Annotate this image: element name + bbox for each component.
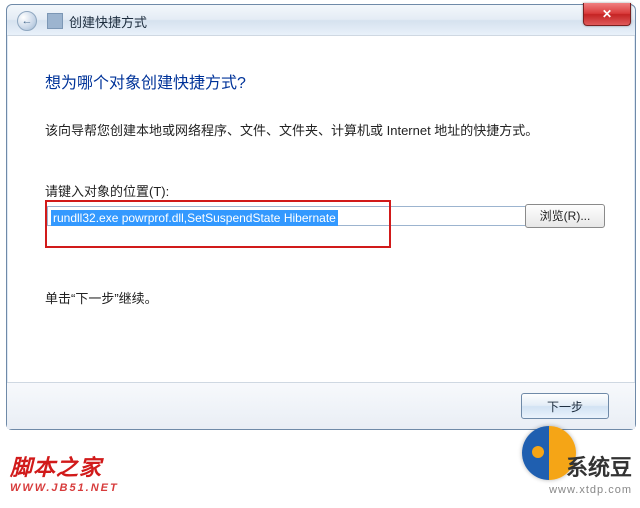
continue-text: 单击“下一步”继续。 [45,288,625,307]
location-input-value: rundll32.exe powrprof.dll,SetSuspendStat… [51,210,338,226]
location-label: 请键入对象的位置(T): [45,181,625,200]
wizard-heading: 想为哪个对象创建快捷方式? [45,69,625,93]
wizard-window: ← 创建快捷方式 ✕ 想为哪个对象创建快捷方式? 该向导帮您创建本地或网络程序、… [6,4,636,430]
watermark-left-main: 脚本之家 [10,450,119,482]
wizard-description: 该向导帮您创建本地或网络程序、文件、文件夹、计算机或 Internet 地址的快… [45,121,597,141]
close-button[interactable]: ✕ [583,3,631,26]
watermark-left-sub: WWW.JB51.NET [10,482,119,494]
location-input[interactable]: rundll32.exe powrprof.dll,SetSuspendStat… [47,206,533,226]
watermark-left: 脚本之家 WWW.JB51.NET [10,450,119,494]
location-row: rundll32.exe powrprof.dll,SetSuspendStat… [45,204,625,252]
watermark-right: 系统豆 [566,450,632,482]
window-title: 创建快捷方式 [69,12,147,31]
next-button[interactable]: 下一步 [521,393,609,419]
wizard-footer: 下一步 [7,382,635,429]
close-icon: ✕ [602,7,612,21]
titlebar[interactable]: ← 创建快捷方式 ✕ [7,5,635,36]
browse-button[interactable]: 浏览(R)... [525,204,605,228]
watermark-right-sub: www.xtdp.com [549,484,632,496]
back-button[interactable]: ← [17,11,37,31]
shortcut-icon [47,13,63,29]
back-arrow-icon: ← [22,15,33,27]
wizard-panel: 想为哪个对象创建快捷方式? 该向导帮您创建本地或网络程序、文件、文件夹、计算机或… [17,51,625,375]
